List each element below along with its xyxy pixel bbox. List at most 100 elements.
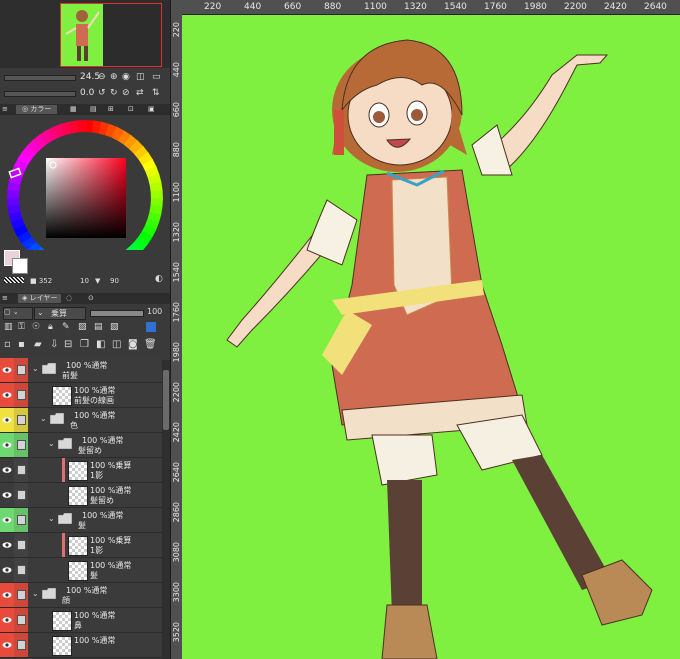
copy-layer-icon[interactable]: ❐ bbox=[80, 339, 89, 350]
tab-layer-property[interactable]: ◌ bbox=[66, 294, 72, 303]
menu-icon[interactable]: ≡ bbox=[2, 105, 8, 113]
chevron-down-icon[interactable]: ⌄ bbox=[32, 364, 39, 373]
visibility-toggle[interactable] bbox=[0, 383, 14, 407]
angle-slider[interactable] bbox=[4, 91, 76, 97]
mask-icon[interactable]: ▨ bbox=[78, 322, 87, 332]
visibility-toggle[interactable] bbox=[0, 408, 14, 432]
layer-color-swatch[interactable] bbox=[146, 322, 156, 332]
transfer-down-icon[interactable]: ⇩ bbox=[50, 339, 58, 350]
visibility-toggle[interactable] bbox=[0, 558, 14, 582]
layer-folder-row[interactable]: ⌄ 100 %通常 前髪 bbox=[0, 358, 162, 383]
layer-thumbnail[interactable] bbox=[52, 611, 72, 631]
tab-intermediate[interactable]: ▤ bbox=[90, 105, 97, 114]
menu-icon[interactable]: ≡ bbox=[2, 294, 8, 302]
layer-thumbnail[interactable] bbox=[68, 561, 88, 581]
tab-layer[interactable]: ◈ レイヤー bbox=[18, 294, 62, 303]
visibility-toggle[interactable] bbox=[0, 533, 14, 557]
draft-icon[interactable]: ✎ bbox=[62, 322, 70, 332]
tab-search-layer[interactable]: ⊙ bbox=[88, 294, 94, 303]
fit-icon[interactable]: ▭ bbox=[152, 72, 161, 82]
visibility-toggle[interactable] bbox=[0, 508, 14, 532]
layer-lock-toggle[interactable] bbox=[14, 508, 28, 532]
layer-folder-row[interactable]: ⌄ 100 %通常顔 bbox=[0, 583, 162, 608]
visibility-toggle[interactable] bbox=[0, 433, 14, 457]
visibility-toggle[interactable] bbox=[0, 458, 14, 482]
tab-sub-view[interactable]: ▣ bbox=[148, 105, 155, 114]
lock-transparent-icon[interactable]: ⚿ bbox=[18, 322, 25, 332]
reset-icon[interactable]: ◉ bbox=[122, 72, 130, 82]
layer-thumbnail[interactable] bbox=[52, 386, 72, 406]
layer-lock-toggle[interactable] bbox=[14, 583, 28, 607]
sub-color-swatch[interactable] bbox=[12, 258, 28, 274]
clip-icon[interactable]: ▥ bbox=[4, 322, 13, 332]
layer-folder-row[interactable]: ⌄ 100 %通常 髪留め bbox=[0, 433, 162, 458]
layer-lock-toggle[interactable] bbox=[14, 433, 28, 457]
rotate-left-icon[interactable]: ↺ bbox=[98, 88, 106, 98]
reference-icon[interactable]: ☉ bbox=[32, 322, 40, 332]
visibility-toggle[interactable] bbox=[0, 483, 14, 507]
color-mode-icon[interactable]: ◐ bbox=[155, 274, 163, 284]
layer-folder-row[interactable]: ⌄ 100 %通常色 bbox=[0, 408, 162, 433]
layer-lock-toggle[interactable] bbox=[14, 558, 28, 582]
layer-lock-toggle[interactable] bbox=[14, 458, 28, 482]
flip-icon[interactable]: ◫ bbox=[136, 72, 145, 82]
flip-horizontal-icon[interactable]: ⇄ bbox=[136, 88, 144, 98]
visibility-toggle[interactable] bbox=[0, 633, 14, 657]
decrease-icon[interactable]: ⊖ bbox=[98, 72, 106, 82]
tab-approximate[interactable]: ⊞ bbox=[108, 105, 114, 114]
layer-row[interactable]: 100 %通常髪 bbox=[0, 558, 162, 583]
ruler-icon[interactable]: ▤ bbox=[94, 322, 103, 332]
trash-icon[interactable]: 🗑︎ bbox=[144, 339, 157, 350]
flip-vertical-icon[interactable]: ⇅ bbox=[152, 88, 160, 98]
reset-rotation-icon[interactable]: ⊘ bbox=[122, 88, 130, 98]
tab-history[interactable]: ⊡ bbox=[128, 105, 134, 114]
layer-thumbnail[interactable] bbox=[68, 486, 88, 506]
layer-folder-row[interactable]: ⌄ 100 %通常髪 bbox=[0, 508, 162, 533]
combine-icon[interactable]: ⊟ bbox=[64, 339, 72, 350]
navigator[interactable] bbox=[0, 0, 170, 68]
layer-lock-toggle[interactable] bbox=[14, 533, 28, 557]
chevron-down-icon[interactable]: ⌄ bbox=[48, 514, 55, 523]
layer-thumbnail[interactable] bbox=[52, 636, 72, 656]
layer-lock-toggle[interactable] bbox=[14, 483, 28, 507]
layer-lock-toggle[interactable] bbox=[14, 358, 28, 382]
apply-mask-icon[interactable]: ◙ bbox=[128, 339, 138, 350]
navigator-thumbnail[interactable] bbox=[60, 3, 162, 67]
layer-row[interactable]: 100 %通常 髪留め bbox=[0, 483, 162, 508]
lock-icon[interactable]: 🔒︎ bbox=[48, 322, 53, 332]
add-mask-icon[interactable]: ◫ bbox=[112, 339, 121, 350]
layer-lock-toggle[interactable] bbox=[14, 608, 28, 632]
layer-row[interactable]: 100 %通常 前髪の線画 bbox=[0, 383, 162, 408]
layer-scrollbar-thumb[interactable] bbox=[163, 370, 169, 430]
chevron-down-icon[interactable]: ⌄ bbox=[32, 589, 39, 598]
layer-row[interactable]: 100 %通常 bbox=[0, 633, 162, 658]
new-vector-layer-icon[interactable]: ▪ bbox=[18, 339, 25, 350]
layer-lock-toggle[interactable] bbox=[14, 408, 28, 432]
visibility-toggle[interactable] bbox=[0, 358, 14, 382]
drawing-canvas[interactable] bbox=[182, 15, 680, 659]
brush-size-slider[interactable] bbox=[4, 75, 76, 81]
rotate-right-icon[interactable]: ↻ bbox=[110, 88, 118, 98]
layer-type-select[interactable]: ▢ ⌄ bbox=[3, 307, 33, 320]
layer-thumbnail[interactable] bbox=[68, 536, 88, 556]
layer-row[interactable]: 100 %通常鼻 bbox=[0, 608, 162, 633]
layer-scrollbar[interactable] bbox=[162, 360, 170, 659]
chevron-down-icon[interactable]: ⌄ bbox=[40, 414, 47, 423]
layer-thumbnail[interactable] bbox=[68, 461, 88, 481]
layer-row[interactable]: 100 %乗算 1影 bbox=[0, 458, 162, 483]
new-raster-layer-icon[interactable]: ▫ bbox=[4, 339, 11, 350]
layer-lock-toggle[interactable] bbox=[14, 383, 28, 407]
opacity-slider[interactable] bbox=[90, 310, 144, 317]
chevron-down-icon[interactable]: ⌄ bbox=[48, 439, 55, 448]
merge-icon[interactable]: ◧ bbox=[96, 339, 105, 350]
visibility-toggle[interactable] bbox=[0, 583, 14, 607]
layer-row[interactable]: 100 %乗算 1影 bbox=[0, 533, 162, 558]
visibility-toggle[interactable] bbox=[0, 608, 14, 632]
layer-lock-toggle[interactable] bbox=[14, 633, 28, 657]
transparent-color-swatch[interactable] bbox=[4, 277, 24, 283]
increase-icon[interactable]: ⊕ bbox=[110, 72, 118, 82]
opacity-value[interactable]: 100 bbox=[147, 307, 162, 316]
tab-color-set[interactable]: ▦ bbox=[70, 105, 77, 114]
tab-color[interactable]: ◎ カラー bbox=[16, 105, 58, 114]
blend-mode-select[interactable]: 乗算 ⌄ bbox=[34, 307, 86, 320]
